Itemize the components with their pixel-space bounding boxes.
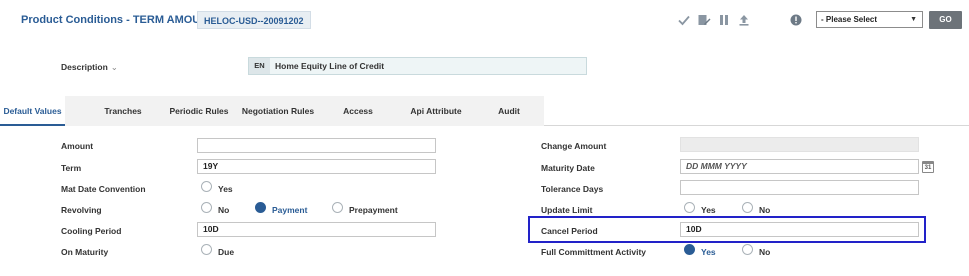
change-amount-label: Change Amount: [541, 141, 607, 151]
description-label: Description ⌄: [61, 62, 118, 73]
calendar-icon[interactable]: 31: [922, 161, 934, 173]
tab-audit[interactable]: Audit: [486, 96, 532, 126]
full-commitment-activity-label: Full Committment Activity: [541, 247, 646, 257]
revolving-no-label: No: [218, 205, 230, 215]
amount-label: Amount: [61, 141, 94, 151]
upload-icon[interactable]: [736, 12, 752, 28]
tab-negotiation-rules[interactable]: Negotiation Rules: [238, 96, 318, 126]
revolving-payment-radio[interactable]: [255, 202, 266, 213]
description-value: Home Equity Line of Credit: [275, 61, 385, 71]
tab-tranches[interactable]: Tranches: [90, 96, 156, 126]
revolving-no-radio[interactable]: [201, 202, 212, 213]
term-label: Term: [61, 163, 82, 173]
amount-field[interactable]: [197, 138, 436, 153]
on-maturity-label: On Maturity: [61, 247, 109, 257]
mat-date-convention-yes-label: Yes: [218, 184, 233, 194]
revolving-label: Revolving: [61, 205, 102, 215]
tolerance-days-field[interactable]: [680, 180, 919, 195]
check-icon[interactable]: [676, 12, 692, 28]
term-field[interactable]: 19Y: [197, 159, 436, 174]
revolving-prepayment-label: Prepayment: [349, 205, 398, 215]
action-select-value: - Please Select: [821, 15, 878, 24]
description-field[interactable]: EN Home Equity Line of Credit: [248, 57, 587, 75]
full-commitment-no-radio[interactable]: [742, 244, 753, 255]
full-commitment-yes-label: Yes: [701, 247, 716, 257]
dropdown-arrow-icon: ▼: [910, 16, 917, 23]
pause-icon[interactable]: [716, 12, 732, 28]
info-icon[interactable]: [788, 12, 804, 28]
mat-date-convention-yes-radio[interactable]: [201, 181, 212, 192]
cooling-period-label: Cooling Period: [61, 226, 122, 236]
tab-access[interactable]: Access: [330, 96, 386, 126]
cooling-period-field[interactable]: 10D: [197, 222, 436, 237]
full-commitment-yes-radio[interactable]: [684, 244, 695, 255]
maturity-date-field[interactable]: DD MMM YYYY: [680, 159, 919, 174]
on-maturity-due-radio[interactable]: [201, 244, 212, 255]
change-amount-field: [680, 137, 919, 152]
tab-periodic-rules[interactable]: Periodic Rules: [166, 96, 232, 126]
update-limit-no-label: No: [759, 205, 771, 215]
update-limit-yes-label: Yes: [701, 205, 716, 215]
go-button[interactable]: GO: [929, 11, 962, 29]
mat-date-convention-label: Mat Date Convention: [61, 184, 146, 194]
cancel-period-highlight: [528, 216, 926, 243]
update-limit-yes-radio[interactable]: [684, 202, 695, 213]
full-commitment-no-label: No: [759, 247, 771, 257]
description-label-text: Description: [61, 62, 108, 72]
update-limit-label: Update Limit: [541, 205, 593, 215]
maturity-date-label: Maturity Date: [541, 163, 595, 173]
page-title: Product Conditions - TERM AMOUNT: [21, 14, 215, 26]
chevron-down-icon[interactable]: ⌄: [111, 62, 118, 72]
tolerance-days-label: Tolerance Days: [541, 184, 604, 194]
revolving-payment-label: Payment: [272, 205, 308, 215]
language-badge[interactable]: EN: [249, 58, 270, 74]
revolving-prepayment-radio[interactable]: [332, 202, 343, 213]
update-limit-no-radio[interactable]: [742, 202, 753, 213]
on-maturity-due-label: Due: [218, 247, 235, 257]
product-code-badge: HELOC-USD--20091202: [197, 11, 311, 29]
action-select[interactable]: - Please Select ▼: [816, 11, 923, 28]
tab-default-values[interactable]: Default Values: [0, 96, 65, 126]
tab-api-attribute[interactable]: Api Attribute: [398, 96, 474, 126]
edit-icon[interactable]: [696, 12, 712, 28]
